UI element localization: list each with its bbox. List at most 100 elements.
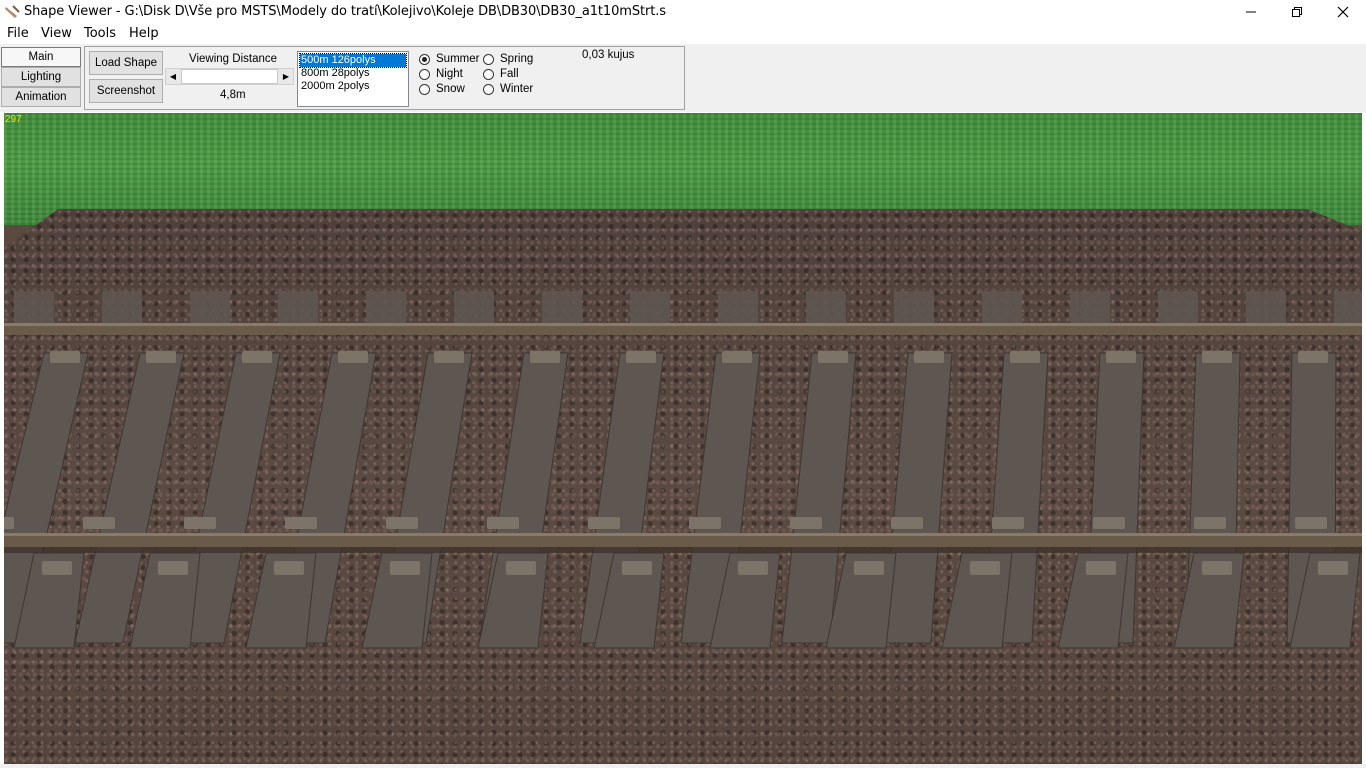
sleeper-end	[190, 291, 230, 327]
kujus-readout: 0,03 kujus	[582, 49, 635, 61]
window-bottom-edge	[0, 764, 1366, 768]
toolbar: Main Lighting Animation Load Shape Scree…	[0, 44, 1366, 112]
radio-snow[interactable]: Snow	[419, 82, 465, 96]
rail-clip	[158, 561, 188, 575]
radio-icon	[419, 68, 430, 80]
sleeper-end	[982, 291, 1022, 327]
load-shape-button[interactable]: Load Shape	[89, 51, 163, 75]
arrow-right-icon[interactable]: ▶	[279, 69, 293, 84]
sleeper-end	[894, 291, 934, 327]
lod-item[interactable]: 500m 126polys	[299, 53, 407, 68]
sleeper-end	[1334, 291, 1362, 327]
radio-icon	[419, 83, 430, 95]
sleeper-end	[542, 291, 582, 327]
sleeper-end	[1070, 291, 1110, 327]
close-button[interactable]	[1320, 0, 1366, 24]
radio-label: Night	[436, 68, 463, 80]
rail-clip	[818, 351, 848, 363]
menu-bar: File View Tools Help	[0, 24, 1366, 44]
rail-clip	[689, 517, 721, 529]
sleeper-end	[1246, 291, 1286, 327]
rail-clip	[1106, 351, 1136, 363]
menu-view[interactable]: View	[41, 26, 72, 41]
rail-clip	[434, 351, 464, 363]
rail-clip	[530, 351, 560, 363]
rail-clip	[274, 561, 304, 575]
rail-clip	[970, 561, 1000, 575]
radio-label: Snow	[436, 83, 465, 95]
rail-clip	[891, 517, 923, 529]
sleeper-end	[454, 291, 494, 327]
radio-winter[interactable]: Winter	[483, 82, 533, 96]
arrow-left-icon[interactable]: ◀	[166, 69, 180, 84]
viewing-distance-slider[interactable]: ◀ ▶	[165, 68, 294, 85]
lod-listbox[interactable]: 500m 126polys 800m 28polys 2000m 2polys	[297, 51, 409, 107]
close-icon	[1337, 6, 1349, 18]
rail-clip	[588, 517, 620, 529]
radio-label: Spring	[500, 53, 534, 65]
3d-viewport[interactable]: 297	[4, 113, 1362, 764]
radio-summer[interactable]: Summer	[419, 52, 479, 66]
rail-clip	[487, 517, 519, 529]
rail-clip	[738, 561, 768, 575]
tab-main[interactable]: Main	[1, 47, 81, 67]
window-title: Shape Viewer - G:\Disk D\Vše pro MSTS\Mo…	[24, 4, 666, 19]
sleeper-end	[366, 291, 406, 327]
radio-label: Fall	[500, 68, 519, 80]
rail-clip	[390, 561, 420, 575]
lod-item[interactable]: 800m 28polys	[300, 67, 406, 80]
rail-near-top	[4, 533, 1362, 536]
menu-help[interactable]: Help	[129, 26, 159, 41]
radio-icon	[483, 83, 494, 95]
fps-counter: 297	[5, 114, 22, 125]
rail-clip	[622, 561, 652, 575]
rail-clip	[1010, 351, 1040, 363]
sleeper-end	[718, 291, 758, 327]
sleeper-end	[806, 291, 846, 327]
rail-clip	[790, 517, 822, 529]
menu-file[interactable]: File	[7, 26, 29, 41]
rail-clip	[1086, 561, 1116, 575]
menu-tools[interactable]: Tools	[84, 26, 116, 41]
rail-clip	[338, 351, 368, 363]
rail-clip	[146, 351, 176, 363]
sleeper-end	[102, 291, 142, 327]
tab-animation[interactable]: Animation	[1, 87, 81, 107]
rail-clip	[506, 561, 536, 575]
tab-lighting[interactable]: Lighting	[1, 67, 81, 87]
radio-icon	[483, 68, 494, 80]
radio-fall[interactable]: Fall	[483, 67, 519, 81]
rail-clip	[626, 351, 656, 363]
sleeper-end	[14, 291, 54, 327]
rail-clip	[1093, 517, 1125, 529]
lod-item[interactable]: 2000m 2polys	[300, 80, 406, 93]
rail-clip	[722, 351, 752, 363]
viewing-distance-value: 4,8m	[220, 89, 246, 101]
rail-clip	[992, 517, 1024, 529]
rail-clip	[1202, 351, 1232, 363]
radio-label: Winter	[500, 83, 534, 95]
rail-near-shadow	[4, 547, 1362, 553]
app-icon	[5, 5, 20, 18]
restore-button[interactable]	[1274, 0, 1320, 24]
radio-checked-icon	[419, 53, 430, 65]
track-model	[4, 291, 1362, 649]
rail-clip	[854, 561, 884, 575]
sleeper	[882, 352, 953, 644]
rail-clip	[184, 517, 216, 529]
radio-icon	[483, 53, 494, 65]
radio-spring[interactable]: Spring	[483, 52, 533, 66]
rail-clip	[42, 561, 72, 575]
radio-night[interactable]: Night	[419, 67, 463, 81]
rail-clip	[1318, 561, 1348, 575]
viewing-distance-label: Viewing Distance	[189, 53, 278, 65]
slider-thumb[interactable]	[181, 69, 278, 84]
rail-clip	[1295, 517, 1327, 529]
rail-clip	[1298, 351, 1328, 363]
minimize-button[interactable]	[1228, 0, 1274, 24]
rail-clip	[914, 351, 944, 363]
rail-clip	[1202, 561, 1232, 575]
screenshot-button[interactable]: Screenshot	[89, 79, 163, 103]
rail-far-top	[4, 323, 1362, 326]
rail-clip	[242, 351, 272, 363]
